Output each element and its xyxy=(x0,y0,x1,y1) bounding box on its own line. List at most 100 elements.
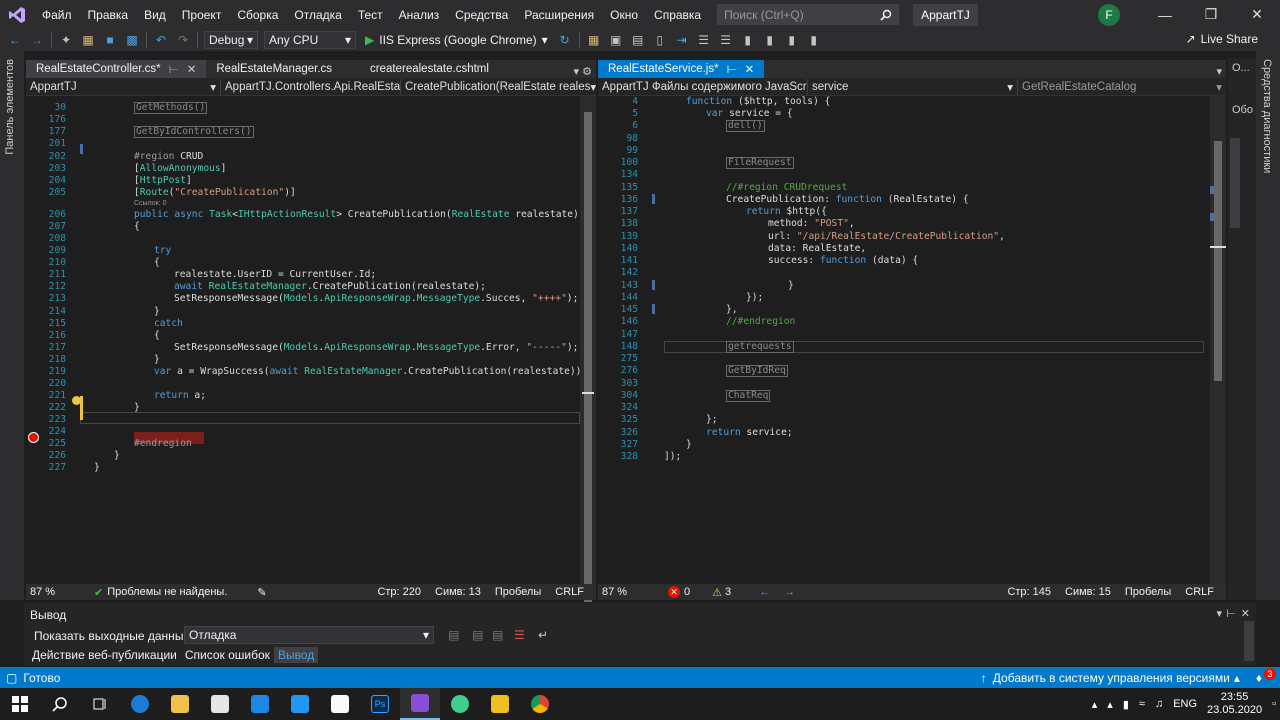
tab-overflow-icon[interactable]: ▾ ⚙ xyxy=(574,65,596,78)
search-icon[interactable] xyxy=(40,688,80,720)
right-vertical-scrollbar[interactable] xyxy=(1210,96,1226,600)
project-combo[interactable]: AppartTJ ▾ xyxy=(26,78,221,95)
tab-realestatecontroller[interactable]: RealEstateController.cs* ⊢ ✕ xyxy=(26,60,207,78)
wifi-icon[interactable]: ≈ xyxy=(1139,698,1145,710)
uncomment-icon[interactable]: ☰ xyxy=(715,30,737,50)
side-panel-tab[interactable]: Обо xyxy=(1232,104,1253,116)
project-combo[interactable]: AppartTJ Файлы содержимого JavaScri▾ xyxy=(598,78,808,95)
volume-icon[interactable]: ♫ xyxy=(1155,698,1163,710)
left-vertical-scrollbar[interactable] xyxy=(580,96,596,602)
member-combo[interactable]: CreatePublication(RealEstate reales ▾ xyxy=(401,79,596,95)
minimize-icon[interactable]: — xyxy=(1142,0,1188,29)
save-all-icon[interactable]: ▩ xyxy=(121,30,143,50)
open-folder-icon[interactable]: ▦ xyxy=(77,30,99,50)
tab-output[interactable]: Вывод xyxy=(273,647,319,663)
member-combo[interactable]: GetRealEstateCatalog ▾ xyxy=(1018,79,1226,95)
account-avatar[interactable]: F xyxy=(1098,3,1120,26)
issues-label[interactable]: Проблемы не найдены. xyxy=(107,586,227,598)
pin-icon[interactable]: ⊢ xyxy=(169,62,179,76)
photoshop-icon[interactable]: Ps xyxy=(360,688,400,720)
diagnostics-tab[interactable]: Средства диагностики xyxy=(1261,59,1273,173)
menu-help[interactable]: Справка xyxy=(646,8,709,22)
output-scrollbar[interactable] xyxy=(1244,621,1254,661)
pin-icon[interactable]: ⊢ xyxy=(1226,607,1236,620)
redo-icon[interactable]: ↷ xyxy=(172,30,194,50)
right-code-editor[interactable]: 4 function ($http, tools) { 5 var service … xyxy=(598,96,1210,600)
menu-build[interactable]: Сборка xyxy=(229,8,286,22)
maps-icon[interactable] xyxy=(440,688,480,720)
scope-combo[interactable]: service ▾ xyxy=(808,78,1018,95)
menu-window[interactable]: Окно xyxy=(602,8,646,22)
action-center-icon[interactable]: ▫ xyxy=(1272,698,1276,710)
prev-issue-icon[interactable]: ← xyxy=(759,586,770,598)
side-panel-scroll[interactable] xyxy=(1230,138,1240,228)
warning-count[interactable]: 3 xyxy=(725,586,731,598)
notifications-bell-icon[interactable]: ♦ 3 xyxy=(1256,667,1276,685)
sketch-icon[interactable] xyxy=(480,688,520,720)
platform-select[interactable]: Any CPU ▾ xyxy=(264,31,356,49)
windows-start-icon[interactable] xyxy=(0,688,40,720)
vscode-icon[interactable] xyxy=(280,688,320,720)
visual-studio-icon[interactable] xyxy=(400,688,440,720)
file-explorer-icon[interactable] xyxy=(160,688,200,720)
battery-icon[interactable]: ▮ xyxy=(1123,698,1129,711)
menu-view[interactable]: Вид xyxy=(136,8,174,22)
menu-edit[interactable]: Правка xyxy=(80,8,137,22)
close-icon[interactable]: ✕ xyxy=(1241,607,1250,620)
word-wrap-icon[interactable]: ↵ xyxy=(538,628,548,642)
whitespace-mode[interactable]: Пробелы xyxy=(1125,586,1171,598)
zoom-level[interactable]: 87 % xyxy=(598,586,648,598)
task-view-icon[interactable] xyxy=(80,688,120,720)
chrome-icon[interactable] xyxy=(520,688,560,720)
error-count[interactable]: 0 xyxy=(684,586,690,598)
pin-icon[interactable]: ⊢ xyxy=(727,62,737,76)
layout-icon[interactable]: ▤ xyxy=(627,30,649,50)
close-icon[interactable]: ✕ xyxy=(187,62,197,76)
line-ending[interactable]: CRLF xyxy=(555,586,584,598)
prev-bookmark-icon[interactable]: ▮ xyxy=(759,30,781,50)
live-share-button[interactable]: ↗ Live Share xyxy=(1186,32,1258,46)
store-icon[interactable] xyxy=(200,688,240,720)
snippet-icon[interactable]: ▯ xyxy=(649,30,671,50)
scroll-thumb[interactable] xyxy=(1214,141,1222,381)
tab-createrealestate[interactable]: createrealestate.cshtml xyxy=(360,60,499,78)
browser-link-icon[interactable]: ▣ xyxy=(605,30,627,50)
line-ending[interactable]: CRLF xyxy=(1185,586,1214,598)
configuration-select[interactable]: Debug ▾ xyxy=(204,31,258,49)
keyboard-language[interactable]: ENG xyxy=(1173,698,1197,710)
whitespace-mode[interactable]: Пробелы xyxy=(495,586,541,598)
close-icon[interactable]: ✕ xyxy=(1234,0,1280,29)
menu-tools[interactable]: Средства xyxy=(447,8,516,22)
menu-project[interactable]: Проект xyxy=(174,8,230,22)
prev-message-icon[interactable]: ▤ xyxy=(472,628,483,642)
menu-analyze[interactable]: Анализ xyxy=(391,8,448,22)
restore-icon[interactable]: ❐ xyxy=(1188,0,1234,29)
toolbox-tab[interactable]: Панель элементов xyxy=(4,59,16,155)
tab-overflow-icon[interactable]: ▾ xyxy=(1216,65,1226,78)
chevron-up-icon[interactable]: ▴ xyxy=(1092,698,1098,711)
publish-icon[interactable]: ▦ xyxy=(583,30,605,50)
menu-debug[interactable]: Отладка xyxy=(286,8,349,22)
edge-browser-icon[interactable] xyxy=(120,688,160,720)
tab-realestateservice[interactable]: RealEstateService.js* ⊢ ✕ xyxy=(598,60,765,78)
clock[interactable]: 23:55 23.05.2020 xyxy=(1207,691,1262,717)
next-message-icon[interactable]: ▤ xyxy=(492,628,503,642)
clear-bookmarks-icon[interactable]: ▮ xyxy=(803,30,825,50)
side-panel-tab[interactable]: O... xyxy=(1232,62,1250,74)
class-combo[interactable]: AppartTJ.Controllers.Api.RealEstateC▾ xyxy=(221,78,401,95)
brush-icon[interactable]: ✎ xyxy=(257,586,266,599)
clear-all-icon[interactable]: ☰ xyxy=(514,628,525,642)
menu-extensions[interactable]: Расширения xyxy=(516,8,602,22)
back-icon[interactable]: ← xyxy=(4,30,26,50)
find-message-icon[interactable]: ▤ xyxy=(448,628,459,642)
forward-icon[interactable]: → xyxy=(26,30,48,50)
network-icon[interactable]: ▴ xyxy=(1107,698,1113,711)
refresh-icon[interactable]: ↻ xyxy=(554,30,576,50)
menu-file[interactable]: Файл xyxy=(34,8,80,22)
undo-icon[interactable]: ↶ xyxy=(150,30,172,50)
step-icon[interactable]: ⇥ xyxy=(671,30,693,50)
source-control-button[interactable]: Добавить в систему управления версиями xyxy=(993,671,1230,685)
tab-realestatemanager[interactable]: RealEstateManager.cs xyxy=(206,60,342,78)
save-icon[interactable]: ■ xyxy=(99,30,121,50)
search-box[interactable]: Поиск (Ctrl+Q) xyxy=(717,4,900,25)
